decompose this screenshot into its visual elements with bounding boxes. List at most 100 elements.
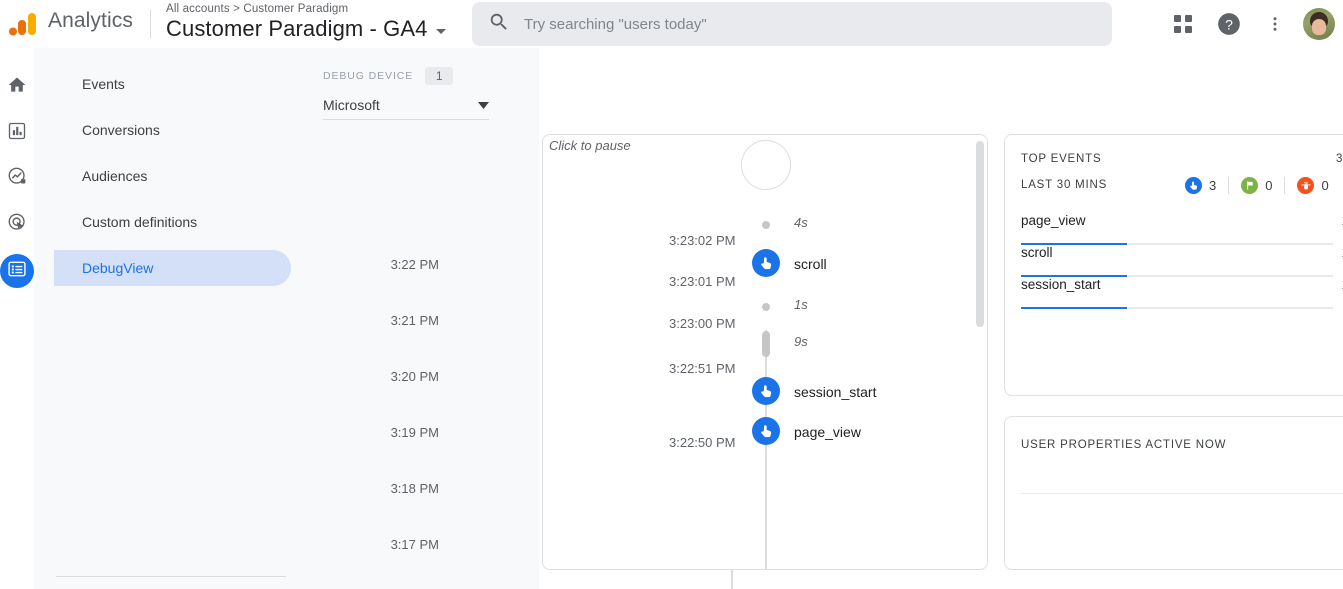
touch-icon xyxy=(1185,177,1202,194)
home-icon xyxy=(7,75,27,100)
debug-device-header: DEBUG DEVICE 1 xyxy=(323,67,454,85)
advertising-icon xyxy=(7,212,28,238)
sidebar-item-reports[interactable] xyxy=(0,116,34,150)
top-events-total: 3 TOTAL xyxy=(1336,153,1343,165)
flag-icon xyxy=(1241,177,1259,194)
nav-divider xyxy=(56,576,286,577)
timeline-time-label: 3:20 PM xyxy=(390,369,439,384)
sidebar-item-configure[interactable] xyxy=(0,254,34,288)
configure-icon xyxy=(7,259,27,284)
search-icon xyxy=(488,11,510,38)
brand-name: Analytics xyxy=(48,9,133,32)
debug-device-select[interactable]: Microsoft xyxy=(323,90,489,120)
help-icon[interactable]: ? xyxy=(1209,4,1249,44)
top-event-row[interactable]: session_start 1 xyxy=(1021,277,1343,309)
google-analytics-logo-icon xyxy=(8,9,38,39)
stream-pause-hint: Click to pause xyxy=(549,138,631,153)
timeline-time-label: 3:19 PM xyxy=(390,425,439,440)
badge-conversions[interactable]: 0 xyxy=(1228,177,1284,194)
sidebar-item-conversions[interactable]: Conversions xyxy=(54,112,291,148)
svg-text:?: ? xyxy=(1225,16,1233,32)
top-events-subtitle: LAST 30 MINS xyxy=(1021,179,1108,191)
reports-icon xyxy=(7,121,27,146)
secondary-nav: Events Conversions Audiences Custom defi… xyxy=(34,48,311,589)
sidebar-item-advertising[interactable] xyxy=(0,208,34,242)
top-event-row[interactable]: scroll 1 xyxy=(1021,245,1343,277)
top-bar: Analytics All accounts > Customer Paradi… xyxy=(0,0,1343,48)
top-event-name: page_view xyxy=(1021,213,1086,228)
avatar[interactable] xyxy=(1303,8,1335,40)
sidebar-item-audiences[interactable]: Audiences xyxy=(54,158,291,194)
user-properties-panel: USER PROPERTIES ACTIVE NOW xyxy=(1004,416,1343,570)
nav-label: Audiences xyxy=(82,168,148,184)
stream-event-name[interactable]: scroll xyxy=(794,256,827,272)
apps-grid-icon[interactable] xyxy=(1163,4,1203,44)
event-stream-panel[interactable]: Click to pause 4s 3:23:02 PM scroll 3:23… xyxy=(542,134,988,570)
stream-time-label: 3:23:02 PM xyxy=(669,233,736,248)
timeline-time-label: 3:18 PM xyxy=(390,481,439,496)
sidebar-item-home[interactable] xyxy=(0,70,34,104)
user-properties-title: USER PROPERTIES ACTIVE NOW xyxy=(1021,439,1227,451)
top-event-name: session_start xyxy=(1021,277,1101,292)
topbar-actions: ? xyxy=(1163,0,1335,48)
nav-label: Custom definitions xyxy=(82,214,198,230)
stream-gap-label: 4s xyxy=(794,215,808,230)
explore-icon xyxy=(7,166,28,192)
minute-timeline-column: DEBUG DEVICE 1 Microsoft 1 3:22 PM 2 3:2… xyxy=(311,48,761,589)
nav-label: DebugView xyxy=(82,260,154,276)
top-events-panel: TOP EVENTS 3 TOTAL LAST 30 MINS 3 0 xyxy=(1004,134,1343,396)
stream-gap-label: 9s xyxy=(794,334,808,349)
search-input[interactable] xyxy=(524,15,1096,33)
nav-label: Conversions xyxy=(82,122,160,138)
timeline-time-label: 3:22 PM xyxy=(390,257,439,272)
touch-icon[interactable] xyxy=(752,249,780,277)
sidebar-item-debugview[interactable]: DebugView xyxy=(54,250,291,286)
stream-time-label: 3:23:01 PM xyxy=(669,274,736,289)
badge-events[interactable]: 3 xyxy=(1185,177,1228,194)
badge-value: 0 xyxy=(1321,178,1329,193)
timeline-time-label: 3:21 PM xyxy=(390,313,439,328)
event-type-badges: 3 0 0 xyxy=(1185,177,1341,194)
nav-label: Events xyxy=(82,76,125,92)
brand-divider xyxy=(150,10,151,38)
more-options-icon[interactable] xyxy=(1255,4,1295,44)
touch-icon[interactable] xyxy=(752,377,780,405)
stream-gap-marker xyxy=(762,303,770,311)
debugview-page: Analytics All accounts > Customer Paradi… xyxy=(0,0,1343,589)
badge-errors[interactable]: 0 xyxy=(1284,177,1340,194)
timeline-time-label: 3:17 PM xyxy=(390,537,439,552)
stream-event-name[interactable]: session_start xyxy=(794,384,876,400)
stream-time-label: 3:22:50 PM xyxy=(669,435,736,450)
top-event-bar xyxy=(1021,307,1128,309)
stream-gap-marker xyxy=(762,221,770,229)
stream-gap-marker xyxy=(762,331,770,357)
sidebar-item-events[interactable]: Events xyxy=(54,66,291,102)
primary-nav-rail xyxy=(0,48,34,589)
stream-event-name[interactable]: page_view xyxy=(794,424,861,440)
debug-device-label: DEBUG DEVICE xyxy=(323,70,414,82)
stream-scrollbar[interactable] xyxy=(976,141,984,327)
top-event-row[interactable]: page_view 1 xyxy=(1021,213,1343,245)
chevron-down-icon xyxy=(435,28,446,34)
stream-time-label: 3:22:51 PM xyxy=(669,361,736,376)
property-selector[interactable]: Customer Paradigm - GA4 xyxy=(166,16,446,42)
search-box[interactable] xyxy=(472,2,1112,46)
debug-device-count: 1 xyxy=(425,67,454,85)
bug-icon xyxy=(1297,177,1315,194)
sidebar-item-custom-definitions[interactable]: Custom definitions xyxy=(54,204,291,240)
stream-gap-label: 1s xyxy=(794,297,808,312)
stream-current-bubble xyxy=(741,140,791,190)
sidebar-item-explore[interactable] xyxy=(0,162,34,196)
property-title: Customer Paradigm - GA4 xyxy=(166,16,428,41)
breadcrumb[interactable]: All accounts > Customer Paradigm xyxy=(166,3,348,15)
stream-time-label: 3:23:00 PM xyxy=(669,316,736,331)
stream-track xyxy=(765,330,767,569)
user-properties-divider xyxy=(1021,493,1343,494)
badge-value: 0 xyxy=(1265,178,1273,193)
top-event-name: scroll xyxy=(1021,245,1053,260)
top-events-title: TOP EVENTS xyxy=(1021,153,1102,165)
touch-icon[interactable] xyxy=(752,417,780,445)
badge-value: 3 xyxy=(1209,178,1217,193)
chevron-down-icon xyxy=(478,96,489,114)
debug-device-value: Microsoft xyxy=(323,96,380,113)
